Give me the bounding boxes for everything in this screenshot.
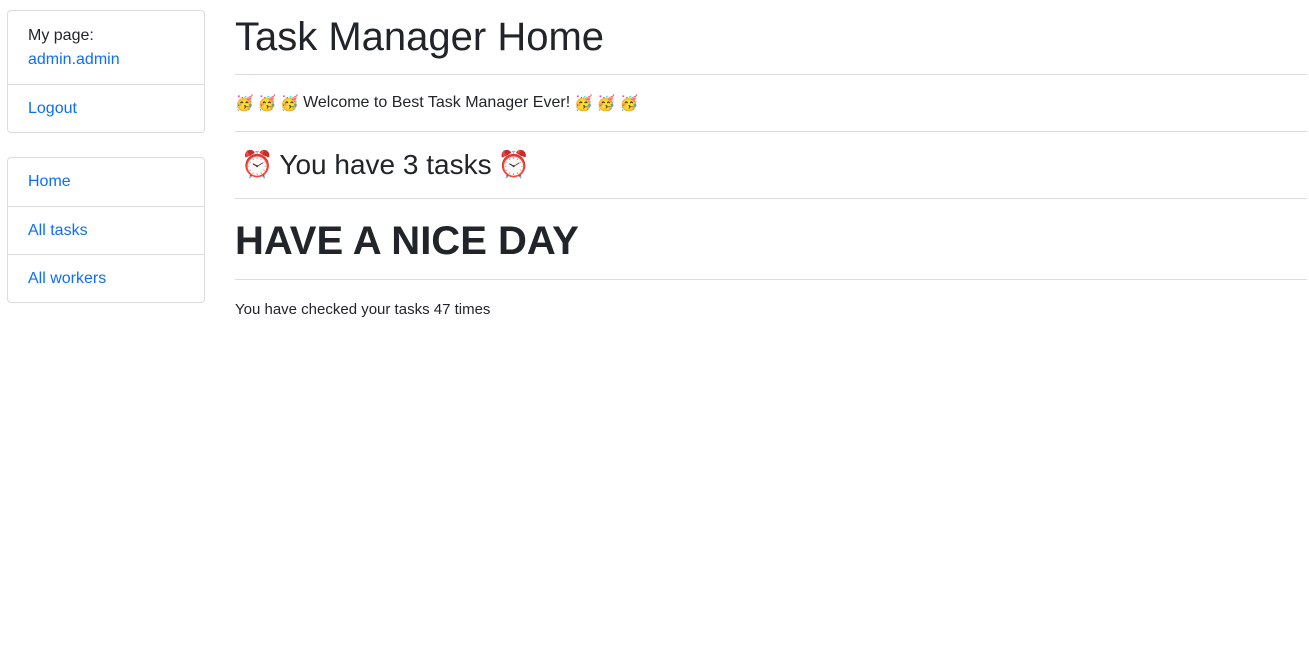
task-count-heading: ⏰ You have 3 tasks ⏰ — [235, 132, 1307, 198]
username-link[interactable]: admin.admin — [28, 48, 120, 72]
welcome-message: 🥳 🥳 🥳 Welcome to Best Task Manager Ever!… — [235, 75, 1307, 131]
sidebar-item-home[interactable]: Home — [8, 158, 204, 206]
user-panel: My page: admin.admin Logout — [7, 10, 205, 133]
sidebar-nav: Home All tasks All workers — [7, 157, 205, 303]
main-content: Task Manager Home 🥳 🥳 🥳 Welcome to Best … — [235, 0, 1307, 333]
partying-face-icon: 🥳 — [574, 94, 593, 112]
partying-face-icon: 🥳 — [257, 94, 277, 112]
logout-link[interactable]: Logout — [28, 100, 77, 118]
nice-day-heading: HAVE A NICE DAY — [235, 219, 579, 263]
task-count-text: You have 3 tasks — [279, 149, 492, 180]
page: My page: admin.admin Logout Home All tas… — [0, 0, 1309, 667]
partying-face-icon: 🥳 — [596, 94, 616, 112]
sidebar-item-label[interactable]: All workers — [28, 270, 106, 288]
my-page-label: My page: — [28, 26, 94, 44]
sidebar-item-all-workers[interactable]: All workers — [8, 254, 204, 302]
welcome-text: Welcome to Best Task Manager Ever! — [303, 94, 571, 111]
logout-item[interactable]: Logout — [8, 84, 204, 132]
user-card: My page: admin.admin — [8, 11, 204, 84]
partying-face-icon: 🥳 — [619, 94, 639, 112]
divider — [235, 279, 1307, 280]
sidebar-item-all-tasks[interactable]: All tasks — [8, 206, 204, 254]
sidebar: My page: admin.admin Logout Home All tas… — [7, 10, 205, 303]
sidebar-item-label[interactable]: Home — [28, 173, 71, 191]
partying-face-icon: 🥳 — [280, 94, 300, 112]
partying-face-icon: 🥳 — [235, 94, 254, 112]
sidebar-item-label[interactable]: All tasks — [28, 222, 88, 240]
page-title: Task Manager Home — [235, 15, 605, 59]
alarm-clock-icon: ⏰ — [241, 150, 274, 180]
alarm-clock-icon: ⏰ — [497, 150, 530, 180]
visit-counter-text: You have checked your tasks 47 times — [235, 301, 491, 318]
